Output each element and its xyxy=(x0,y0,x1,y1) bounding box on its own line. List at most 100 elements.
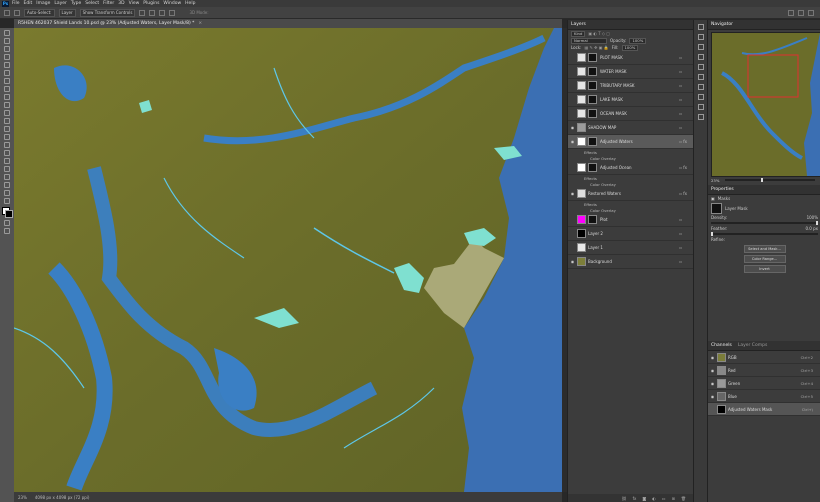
libraries-icon[interactable] xyxy=(698,74,704,80)
visibility-eye-icon[interactable] xyxy=(570,111,575,116)
fx-icon[interactable]: fx xyxy=(633,496,637,501)
auto-select-dropdown[interactable]: Layer xyxy=(58,8,76,17)
lasso-tool-icon[interactable] xyxy=(4,46,10,52)
patterns-icon[interactable] xyxy=(698,64,704,70)
layer-row[interactable]: OCEAN MASK ▫ xyxy=(568,107,694,121)
invert-button[interactable]: Invert xyxy=(743,265,786,273)
select-and-mask-button[interactable]: Select and Mask... xyxy=(743,245,786,253)
history-icon[interactable] xyxy=(698,24,704,30)
hand-tool-icon[interactable] xyxy=(4,182,10,188)
filter-icons[interactable]: ▣ ◐ T ◇ ▢ xyxy=(588,31,610,36)
clone-stamp-tool-icon[interactable] xyxy=(4,102,10,108)
layer-row[interactable]: ◉ Restored Waters ▫ fx xyxy=(568,187,694,201)
layer-thumbnail[interactable] xyxy=(577,109,586,118)
group-icon[interactable]: ▭ xyxy=(662,496,666,501)
navigator-zoom-slider[interactable] xyxy=(725,178,815,182)
color-icon[interactable] xyxy=(698,34,704,40)
workspace-icon[interactable] xyxy=(798,9,804,16)
tab-properties[interactable]: Properties xyxy=(708,185,820,195)
layer-thumbnail[interactable] xyxy=(577,243,586,252)
menu-select[interactable]: Select xyxy=(85,1,99,6)
layer-row[interactable]: Layer 2 ▫ xyxy=(568,227,694,241)
move-tool-icon[interactable] xyxy=(4,30,10,36)
blend-mode-dropdown[interactable]: Normal xyxy=(571,37,607,44)
align-right-icon[interactable] xyxy=(159,9,166,16)
tab-layers[interactable]: Layers xyxy=(568,20,694,30)
type-tool-icon[interactable] xyxy=(4,158,10,164)
paths-icon[interactable] xyxy=(698,114,704,120)
channel-row[interactable]: ◉ Blue Ctrl+5 xyxy=(708,390,820,403)
layer-row[interactable]: Layer 1 ▫ xyxy=(568,241,694,255)
color-swatches[interactable] xyxy=(2,207,13,218)
healing-brush-tool-icon[interactable] xyxy=(4,86,10,92)
visibility-eye-icon[interactable]: ◉ xyxy=(570,125,575,130)
channel-eye-icon[interactable]: ◉ xyxy=(710,368,715,373)
layer-mask-thumbnail[interactable] xyxy=(588,109,597,118)
fx-badge-icon[interactable]: fx xyxy=(683,139,687,144)
more-tools-icon[interactable] xyxy=(4,198,10,204)
channel-eye-icon[interactable] xyxy=(710,407,715,412)
channel-row[interactable]: ◉ RGB Ctrl+2 xyxy=(708,351,820,364)
document-canvas[interactable] xyxy=(14,28,562,492)
menu-file[interactable]: File xyxy=(12,1,20,6)
character-icon[interactable] xyxy=(698,104,704,110)
channel-row[interactable]: Adjusted Waters Mask Ctrl+\ xyxy=(708,403,820,416)
menu-image[interactable]: Image xyxy=(36,1,50,6)
channel-row[interactable]: ◉ Red Ctrl+3 xyxy=(708,364,820,377)
transform-controls-checkbox[interactable]: Show Transform Controls xyxy=(79,8,136,17)
visibility-eye-icon[interactable] xyxy=(570,165,575,170)
search-icon[interactable] xyxy=(788,9,794,16)
density-value[interactable]: 100% xyxy=(807,215,818,220)
align-center-icon[interactable] xyxy=(149,9,156,16)
opacity-field[interactable]: 100% xyxy=(629,37,647,44)
zoom-tool-icon[interactable] xyxy=(4,190,10,196)
tab-channels[interactable]: Channels xyxy=(711,343,732,348)
layer-thumbnail[interactable] xyxy=(577,229,586,238)
layer-row[interactable]: ◉ Background ▫ xyxy=(568,255,694,269)
delete-layer-icon[interactable]: 🗑 xyxy=(681,496,686,501)
layer-thumbnail[interactable] xyxy=(577,257,586,266)
layer-row[interactable]: Adjusted Ocean ▫ fx xyxy=(568,161,694,175)
fx-badge-icon[interactable]: fx xyxy=(683,165,687,170)
menu-3d[interactable]: 3D xyxy=(118,1,124,6)
menu-edit[interactable]: Edit xyxy=(24,1,33,6)
layer-thumbnail[interactable] xyxy=(577,67,586,76)
layer-thumbnail[interactable] xyxy=(577,215,586,224)
gradient-tool-icon[interactable] xyxy=(4,126,10,132)
density-slider[interactable] xyxy=(711,221,818,225)
layer-row[interactable]: Plot ▫ xyxy=(568,213,694,227)
frame-tool-icon[interactable] xyxy=(4,70,10,76)
layer-thumbnail[interactable] xyxy=(577,123,586,132)
lock-icons[interactable]: ▦ ✎ ✥ ▣ 🔒 xyxy=(584,45,608,50)
layer-row[interactable]: LAKE MASK ▫ xyxy=(568,93,694,107)
crop-tool-icon[interactable] xyxy=(4,62,10,68)
visibility-eye-icon[interactable] xyxy=(570,97,575,102)
link-layers-icon[interactable]: ⛓ xyxy=(622,496,627,501)
pen-tool-icon[interactable] xyxy=(4,150,10,156)
background-color-swatch[interactable] xyxy=(5,210,13,218)
visibility-eye-icon[interactable] xyxy=(570,245,575,250)
channel-eye-icon[interactable]: ◉ xyxy=(710,394,715,399)
menu-filter[interactable]: Filter xyxy=(103,1,114,6)
visibility-eye-icon[interactable]: ◉ xyxy=(570,139,575,144)
layer-thumbnail[interactable] xyxy=(577,137,586,146)
layer-mask-row[interactable]: Layer Mask xyxy=(708,202,820,214)
kind-filter-dropdown[interactable]: Kind xyxy=(571,30,586,37)
layer-mask-thumbnail[interactable] xyxy=(588,215,597,224)
channel-eye-icon[interactable]: ◉ xyxy=(710,355,715,360)
visibility-eye-icon[interactable] xyxy=(570,217,575,222)
layer-thumbnail[interactable] xyxy=(577,95,586,104)
visibility-eye-icon[interactable] xyxy=(570,231,575,236)
layer-row[interactable]: ◉ SHADOW MAP ▫ xyxy=(568,121,694,135)
layer-mask-thumbnail[interactable] xyxy=(588,137,597,146)
layer-row[interactable]: TRIBUTARY MASK ▫ xyxy=(568,79,694,93)
photoshop-logo-icon[interactable]: Ps xyxy=(2,0,9,7)
align-left-icon[interactable] xyxy=(139,9,146,16)
visibility-eye-icon[interactable] xyxy=(570,83,575,88)
blur-tool-icon[interactable] xyxy=(4,134,10,140)
tab-layer-comps[interactable]: Layer Comps xyxy=(738,343,767,348)
dodge-tool-icon[interactable] xyxy=(4,142,10,148)
adjustments-icon[interactable] xyxy=(698,84,704,90)
fx-badge-icon[interactable]: fx xyxy=(683,191,687,196)
layer-mask-thumbnail[interactable] xyxy=(588,67,597,76)
